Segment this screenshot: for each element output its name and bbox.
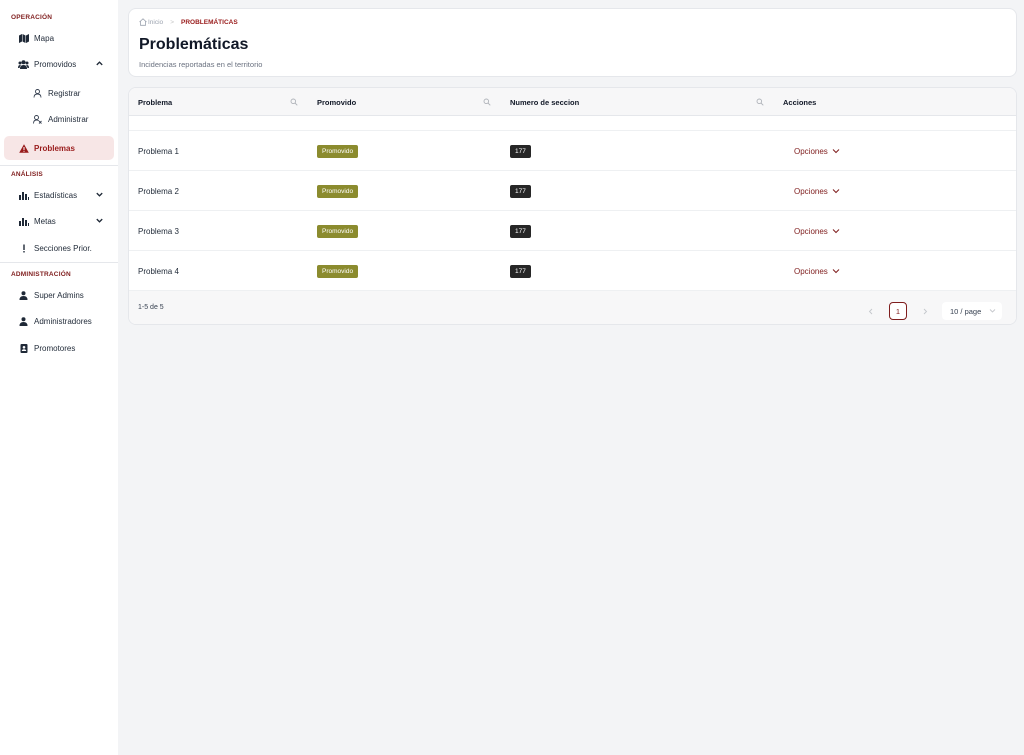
sidebar-divider xyxy=(0,262,118,263)
chevron-down-icon xyxy=(832,189,840,194)
opciones-label: Opciones xyxy=(794,186,828,196)
sidebar-item-metas[interactable]: Metas xyxy=(4,209,114,233)
sidebar: OPERACIÓN Mapa Promovidos Registrar Admi… xyxy=(0,0,118,755)
search-icon[interactable] xyxy=(756,98,764,106)
search-icon[interactable] xyxy=(290,98,298,106)
seccion-badge: 177 xyxy=(510,264,531,278)
promovido-badge: Promovido xyxy=(317,224,359,238)
page-size-select[interactable]: 10 / page xyxy=(942,302,1002,320)
section-title-administracion: ADMINISTRACIÓN xyxy=(11,271,71,278)
bar-chart-icon xyxy=(18,190,29,201)
users-icon xyxy=(18,59,29,70)
cell-problema: Problema 4 xyxy=(138,266,179,276)
sidebar-item-label: Metas xyxy=(34,216,56,226)
sidebar-item-problemas[interactable]: Problemas xyxy=(4,136,114,160)
sidebar-item-mapa[interactable]: Mapa xyxy=(4,26,114,50)
address-book-icon xyxy=(18,343,29,354)
section-title-analisis: ANÁLISIS xyxy=(11,171,43,178)
problems-table: Problema Promovido Numero de seccion Acc… xyxy=(128,87,1017,325)
chevron-up-icon xyxy=(96,61,103,66)
home-icon[interactable] xyxy=(139,18,147,26)
table-header: Problema Promovido Numero de seccion Acc… xyxy=(129,88,1016,116)
sidebar-item-secciones[interactable]: Secciones Prior. xyxy=(4,236,114,260)
table-footer: 1-5 de 5 1 10 / page xyxy=(129,291,1016,324)
pagination-prev-button[interactable] xyxy=(862,302,880,320)
section-title-operacion: OPERACIÓN xyxy=(11,14,53,21)
sidebar-item-promotores[interactable]: Promotores xyxy=(4,336,114,360)
warning-icon xyxy=(18,143,29,154)
sidebar-item-promovidos[interactable]: Promovidos xyxy=(4,52,114,76)
table-row: Problema 4 Promovido 177 Opciones xyxy=(129,251,1016,291)
sidebar-item-label: Promotores xyxy=(34,343,76,353)
sidebar-item-label: Administrar xyxy=(48,114,89,124)
table-row: Problema 2 Promovido 177 Opciones xyxy=(129,171,1016,211)
chevron-down-icon xyxy=(96,218,103,223)
chevron-down-icon xyxy=(989,309,996,313)
sidebar-item-administrar[interactable]: Administrar xyxy=(4,107,114,131)
sidebar-item-label: Secciones Prior. xyxy=(34,243,92,253)
cell-problema: Problema 2 xyxy=(138,186,179,196)
exclamation-icon xyxy=(18,243,29,254)
opciones-dropdown[interactable]: Opciones xyxy=(794,147,840,156)
chevron-down-icon xyxy=(832,229,840,234)
sidebar-item-label: Problemas xyxy=(34,143,75,153)
chevron-right-icon xyxy=(923,308,928,314)
sidebar-item-label: Promovidos xyxy=(34,59,77,69)
table-placeholder-row xyxy=(129,116,1016,131)
opciones-label: Opciones xyxy=(794,266,828,276)
cell-problema: Problema 3 xyxy=(138,226,179,236)
pagination-range: 1-5 de 5 xyxy=(138,304,164,311)
sidebar-item-label: Administradores xyxy=(34,316,92,326)
column-header-acciones: Acciones xyxy=(783,97,817,107)
sidebar-item-registrar[interactable]: Registrar xyxy=(4,81,114,105)
column-header-seccion: Numero de seccion xyxy=(510,97,580,107)
sidebar-divider xyxy=(0,165,118,166)
map-icon xyxy=(18,33,29,44)
promovido-badge: Promovido xyxy=(317,144,359,158)
page-size-value: 10 / page xyxy=(950,306,982,316)
page-header: Inicio > PROBLEMÁTICAS Problemáticas Inc… xyxy=(128,8,1017,77)
promovido-badge: Promovido xyxy=(317,264,359,278)
chevron-down-icon xyxy=(96,192,103,197)
sidebar-item-label: Super Admins xyxy=(34,290,84,300)
search-icon[interactable] xyxy=(483,98,491,106)
opciones-dropdown[interactable]: Opciones xyxy=(794,187,840,196)
chevron-left-icon xyxy=(868,308,873,314)
column-header-problema: Problema xyxy=(138,97,173,107)
seccion-badge: 177 xyxy=(510,224,531,238)
pagination-next-button[interactable] xyxy=(916,302,934,320)
sidebar-item-label: Estadísticas xyxy=(34,190,78,200)
user-tie-icon xyxy=(18,290,29,301)
sidebar-item-label: Registrar xyxy=(48,88,81,98)
pagination-page-1[interactable]: 1 xyxy=(889,302,907,320)
page-subtitle: Incidencias reportadas en el territorio xyxy=(139,60,263,69)
seccion-badge: 177 xyxy=(510,144,531,158)
opciones-dropdown[interactable]: Opciones xyxy=(794,227,840,236)
bar-chart-icon xyxy=(18,216,29,227)
user-tie-icon xyxy=(18,316,29,327)
table-row: Problema 1 Promovido 177 Opciones xyxy=(129,131,1016,171)
user-switch-icon xyxy=(32,114,43,125)
cell-problema: Problema 1 xyxy=(138,146,179,156)
opciones-dropdown[interactable]: Opciones xyxy=(794,267,840,276)
page-title: Problemáticas xyxy=(139,36,249,53)
breadcrumb-home[interactable]: Inicio xyxy=(148,19,163,26)
seccion-badge: 177 xyxy=(510,184,531,198)
breadcrumb-current: PROBLEMÁTICAS xyxy=(180,18,238,26)
breadcrumb: Inicio > PROBLEMÁTICAS xyxy=(139,18,238,26)
user-icon xyxy=(32,88,43,99)
opciones-label: Opciones xyxy=(794,226,828,236)
sidebar-item-administradores[interactable]: Administradores xyxy=(4,309,114,333)
table-row: Problema 3 Promovido 177 Opciones xyxy=(129,211,1016,251)
sidebar-item-super-admins[interactable]: Super Admins xyxy=(4,283,114,307)
opciones-label: Opciones xyxy=(794,146,828,156)
sidebar-item-label: Mapa xyxy=(34,33,55,43)
chevron-down-icon xyxy=(832,269,840,274)
promovido-badge: Promovido xyxy=(317,184,359,198)
sidebar-item-estadisticas[interactable]: Estadísticas xyxy=(4,183,114,207)
breadcrumb-separator-icon: > xyxy=(170,18,174,26)
column-header-promovido: Promovido xyxy=(317,97,357,107)
chevron-down-icon xyxy=(832,149,840,154)
